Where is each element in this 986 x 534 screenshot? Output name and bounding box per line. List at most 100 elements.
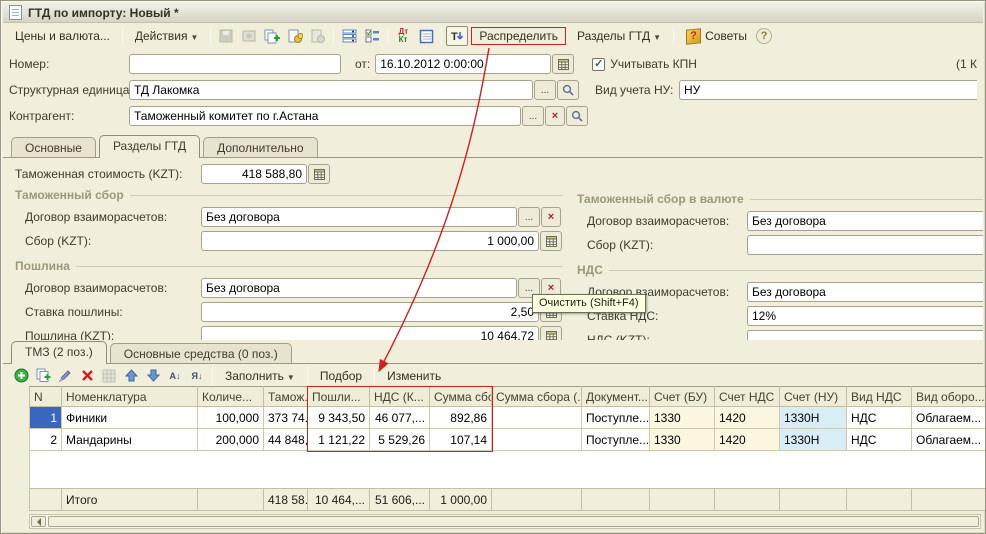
column-header[interactable]: Счет (НУ) xyxy=(780,387,847,407)
table-cell[interactable]: Поступле... xyxy=(582,429,650,451)
list-settings-icon[interactable] xyxy=(361,26,383,46)
tab-tmz[interactable]: ТМЗ (2 поз.) xyxy=(11,341,107,364)
table-row[interactable]: 2 Мандарины 200,000 44 848,... 1 121,22 … xyxy=(30,429,986,451)
table-cell[interactable]: 1330Н xyxy=(780,429,847,451)
number-input[interactable] xyxy=(129,54,341,74)
clear-button[interactable]: × xyxy=(545,106,565,126)
sort-asc-icon[interactable]: А↓ xyxy=(165,367,185,385)
table-cell[interactable]: 1420 xyxy=(715,429,780,451)
customs-value-input[interactable]: 418 588,80 xyxy=(201,164,307,184)
table-cell[interactable]: 373 74... xyxy=(264,407,308,429)
change-button[interactable]: Изменить xyxy=(380,366,448,386)
column-header[interactable]: Номенклатура xyxy=(62,387,198,407)
undo-post-icon[interactable] xyxy=(307,26,329,46)
table-cell[interactable]: 1330 xyxy=(650,429,715,451)
column-header[interactable]: Количе... xyxy=(198,387,264,407)
document-journal-icon[interactable] xyxy=(415,26,437,46)
nu-kind-input[interactable]: НУ xyxy=(679,80,977,100)
actions-button[interactable]: Действия▼ xyxy=(127,25,207,47)
vat-input[interactable] xyxy=(747,330,983,340)
scroll-left-icon[interactable] xyxy=(31,516,46,527)
advice-button[interactable]: ? Советы xyxy=(678,25,755,48)
table-cell[interactable]: 44 848,... xyxy=(264,429,308,451)
list-icon[interactable] xyxy=(338,26,360,46)
move-down-icon[interactable] xyxy=(143,367,163,385)
move-up-icon[interactable] xyxy=(121,367,141,385)
vat-contract-input[interactable]: Без договора xyxy=(747,282,983,302)
fee-contract-input[interactable]: Без договора xyxy=(201,207,517,227)
copy-icon[interactable] xyxy=(261,26,283,46)
table-cell[interactable]: Мандарины xyxy=(62,429,198,451)
edit-icon[interactable] xyxy=(55,367,75,385)
column-header[interactable]: Вид оборо... xyxy=(912,387,986,407)
tab-gtd-sections[interactable]: Разделы ГТД xyxy=(99,135,200,158)
table-cell[interactable]: 1 121,22 xyxy=(308,429,370,451)
date-input[interactable]: 16.10.2012 0:00:00 xyxy=(375,54,551,74)
fee-currency-input[interactable] xyxy=(747,235,983,255)
table-cell[interactable]: 100,000 xyxy=(198,407,264,429)
table-cell[interactable]: 200,000 xyxy=(198,429,264,451)
table-cell[interactable]: 1330 xyxy=(650,407,715,429)
table-cell[interactable]: Финики xyxy=(62,407,198,429)
calculator-button[interactable] xyxy=(540,231,562,251)
search-button[interactable] xyxy=(557,80,579,100)
search-button[interactable] xyxy=(566,106,588,126)
column-header[interactable]: Пошли... xyxy=(308,387,370,407)
column-header[interactable]: Документ... xyxy=(582,387,650,407)
fee-input[interactable]: 1 000,00 xyxy=(201,231,539,251)
table-cell[interactable]: Облагаем... xyxy=(912,429,986,451)
unit-input[interactable]: ТД Лакомка xyxy=(129,80,533,100)
column-header[interactable]: НДС (К... xyxy=(370,387,430,407)
column-header[interactable]: N xyxy=(30,387,62,407)
table-cell[interactable]: 1 xyxy=(30,407,62,429)
tab-main[interactable]: Основные xyxy=(11,137,96,157)
ellipsis-button[interactable]: ... xyxy=(522,106,544,126)
distribute-button[interactable]: Распределить xyxy=(474,26,563,46)
post-document-icon[interactable] xyxy=(284,26,306,46)
preview-icon[interactable] xyxy=(238,26,260,46)
column-header[interactable]: Счет НДС xyxy=(715,387,780,407)
window-titlebar[interactable]: ГТД по импорту: Новый * xyxy=(3,3,983,23)
vat-rate-input[interactable]: 12% xyxy=(747,306,983,326)
gtd-sections-button[interactable]: Разделы ГТД▼ xyxy=(569,25,669,47)
table-cell[interactable]: НДС xyxy=(847,429,912,451)
fill-button[interactable]: Заполнить▼ xyxy=(218,366,302,386)
contractor-input[interactable]: Таможенный комитет по г.Астана xyxy=(129,106,521,126)
table-cell[interactable]: 46 077,... xyxy=(370,407,430,429)
column-header[interactable]: Вид НДС xyxy=(847,387,912,407)
tab-additional[interactable]: Дополнительно xyxy=(203,137,317,157)
help-icon[interactable]: ? xyxy=(756,28,772,44)
scrollbar-thumb[interactable] xyxy=(48,516,979,527)
table-row[interactable]: 1 Финики 100,000 373 74... 9 343,50 46 0… xyxy=(30,407,986,429)
save-icon[interactable] xyxy=(215,26,237,46)
table-cell[interactable] xyxy=(492,407,582,429)
prices-currency-button[interactable]: Цены и валюта... xyxy=(7,25,118,47)
calendar-button[interactable] xyxy=(552,54,574,74)
grid-icon[interactable] xyxy=(99,367,119,385)
tab-fixed-assets[interactable]: Основные средства (0 поз.) xyxy=(110,343,292,363)
table-cell[interactable]: 892,86 xyxy=(430,407,492,429)
column-header[interactable]: Сумма сбо... xyxy=(430,387,492,407)
column-header[interactable]: Счет (БУ) xyxy=(650,387,715,407)
delete-icon[interactable] xyxy=(77,367,97,385)
ellipsis-button[interactable]: ... xyxy=(518,207,540,227)
type-filter-icon[interactable]: Т xyxy=(446,26,468,46)
horizontal-scrollbar[interactable] xyxy=(29,514,981,529)
copy-icon[interactable] xyxy=(33,367,53,385)
table-cell[interactable]: НДС xyxy=(847,407,912,429)
table-cell[interactable] xyxy=(492,429,582,451)
calculator-button[interactable] xyxy=(540,326,562,340)
table-cell[interactable]: 5 529,26 xyxy=(370,429,430,451)
ellipsis-button[interactable]: ... xyxy=(534,80,556,100)
table-cell[interactable]: 1330Н xyxy=(780,407,847,429)
column-header[interactable]: Тамож... xyxy=(264,387,308,407)
kpn-checkbox[interactable]: ✓ Учитывать КПН xyxy=(592,57,697,71)
sort-desc-icon[interactable]: Я↓ xyxy=(187,367,207,385)
calculator-button[interactable] xyxy=(308,164,330,184)
add-icon[interactable] xyxy=(11,367,31,385)
fee-currency-contract-input[interactable]: Без договора xyxy=(747,211,983,231)
column-header[interactable]: Сумма сбора (... xyxy=(492,387,582,407)
table-cell[interactable]: Поступле... xyxy=(582,407,650,429)
duty-contract-input[interactable]: Без договора xyxy=(201,278,517,298)
table-cell[interactable]: 9 343,50 xyxy=(308,407,370,429)
